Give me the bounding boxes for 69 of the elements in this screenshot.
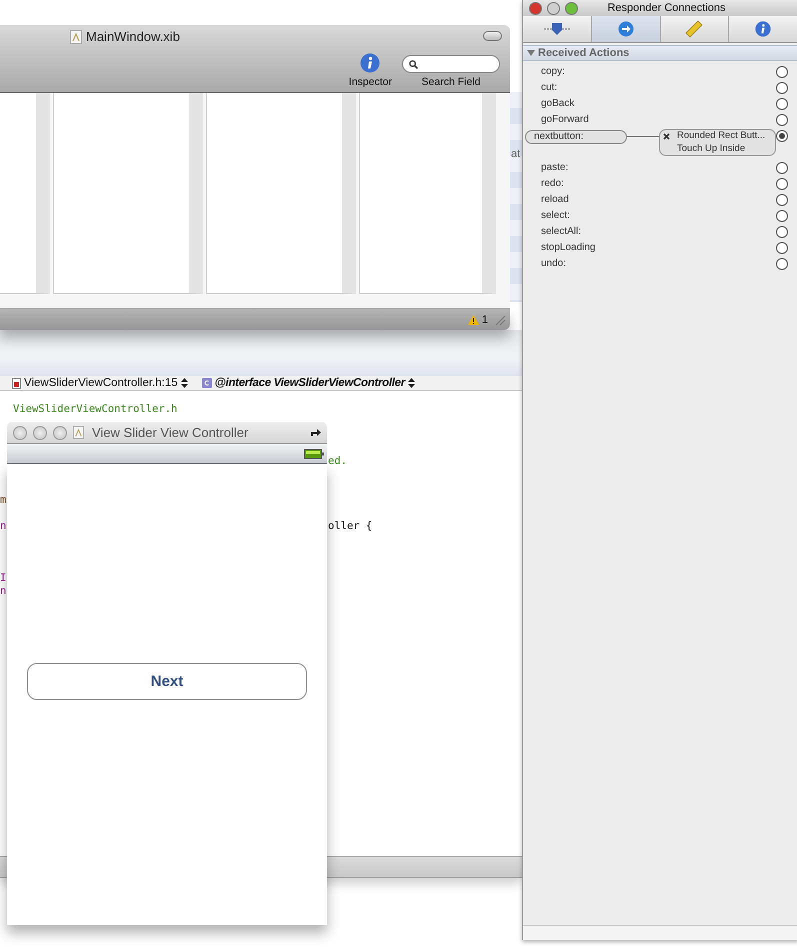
connection-circle[interactable] (776, 130, 788, 142)
connection-line (627, 136, 659, 137)
search-icon (409, 60, 418, 68)
code-text: n (0, 585, 6, 598)
connection-event: Touch Up Inside (677, 142, 746, 155)
toolbar-toggle-button[interactable] (483, 31, 502, 41)
action-name: redo: (541, 178, 564, 190)
connection-circle[interactable] (776, 242, 788, 254)
next-button[interactable]: Next (27, 663, 307, 700)
toolbar-label: Inspector (348, 76, 392, 88)
action-name: goForward (541, 114, 589, 126)
action-name: select: (541, 210, 570, 222)
toolbar-label: Search Field (422, 76, 480, 88)
action-name: paste: (541, 162, 568, 174)
code-text: ViewSliderViewController.h (13, 403, 178, 416)
resize-grip-icon[interactable] (495, 315, 506, 326)
window-control[interactable] (547, 2, 560, 14)
action-name: reload (541, 194, 569, 206)
inspector-tab[interactable] (592, 16, 660, 42)
action-name: nextbutton: (525, 130, 627, 144)
connection-circle[interactable] (776, 258, 788, 270)
info-icon (360, 53, 380, 73)
search-field[interactable] (402, 55, 500, 73)
document-icon (73, 426, 84, 439)
code-text: n (0, 520, 6, 533)
section-title: Received Actions (538, 47, 630, 59)
info-icon (755, 21, 772, 37)
action-name: stopLoading (541, 242, 596, 254)
connection-circle[interactable] (776, 226, 788, 238)
action-name: cut: (541, 82, 558, 94)
connection-circle[interactable] (776, 82, 788, 94)
connection-circle[interactable] (776, 194, 788, 206)
window-title: View Slider View Controller (92, 425, 250, 440)
arrow-circle-icon (618, 21, 634, 37)
code-text: I (0, 572, 6, 585)
up-down-arrows-icon (408, 378, 415, 388)
code-text: ed. (328, 455, 347, 468)
rotate-icon[interactable] (310, 428, 321, 437)
battery-icon (304, 448, 324, 458)
class-icon (202, 378, 212, 388)
connection-circle[interactable] (776, 162, 788, 174)
symbol-menu[interactable]: @interface ViewSliderViewController (214, 377, 405, 389)
ruler-icon (685, 20, 704, 38)
code-text: oller { (328, 520, 372, 533)
header-file-icon (12, 378, 21, 388)
disclosure-triangle-icon[interactable] (527, 49, 535, 57)
file-menu[interactable]: ViewSliderViewController.h:15 (24, 377, 178, 389)
identity-icon (544, 22, 570, 36)
remove-icon[interactable] (663, 132, 670, 140)
action-name: goBack (541, 98, 574, 110)
window-control[interactable] (565, 2, 578, 14)
code-text: m (0, 494, 6, 507)
action-name: undo: (541, 258, 566, 270)
window-title: MainWindow.xib (86, 29, 180, 44)
up-down-arrows-icon (180, 378, 188, 388)
document-icon (70, 30, 82, 44)
action-name: copy: (541, 66, 565, 78)
text-fragment: at (511, 148, 520, 160)
warning-icon (468, 314, 479, 324)
connection-target: Rounded Rect Butt... (677, 130, 766, 142)
window-control[interactable] (529, 2, 542, 14)
warning-count: 1 (482, 314, 488, 326)
window-title: Responder Connections (606, 2, 727, 14)
connection-circle[interactable] (776, 98, 788, 110)
action-name: selectAll: (541, 226, 582, 238)
connection-circle[interactable] (776, 178, 788, 190)
connection-circle[interactable] (776, 114, 788, 126)
connection-circle[interactable] (776, 66, 788, 78)
connection-circle[interactable] (776, 210, 788, 222)
